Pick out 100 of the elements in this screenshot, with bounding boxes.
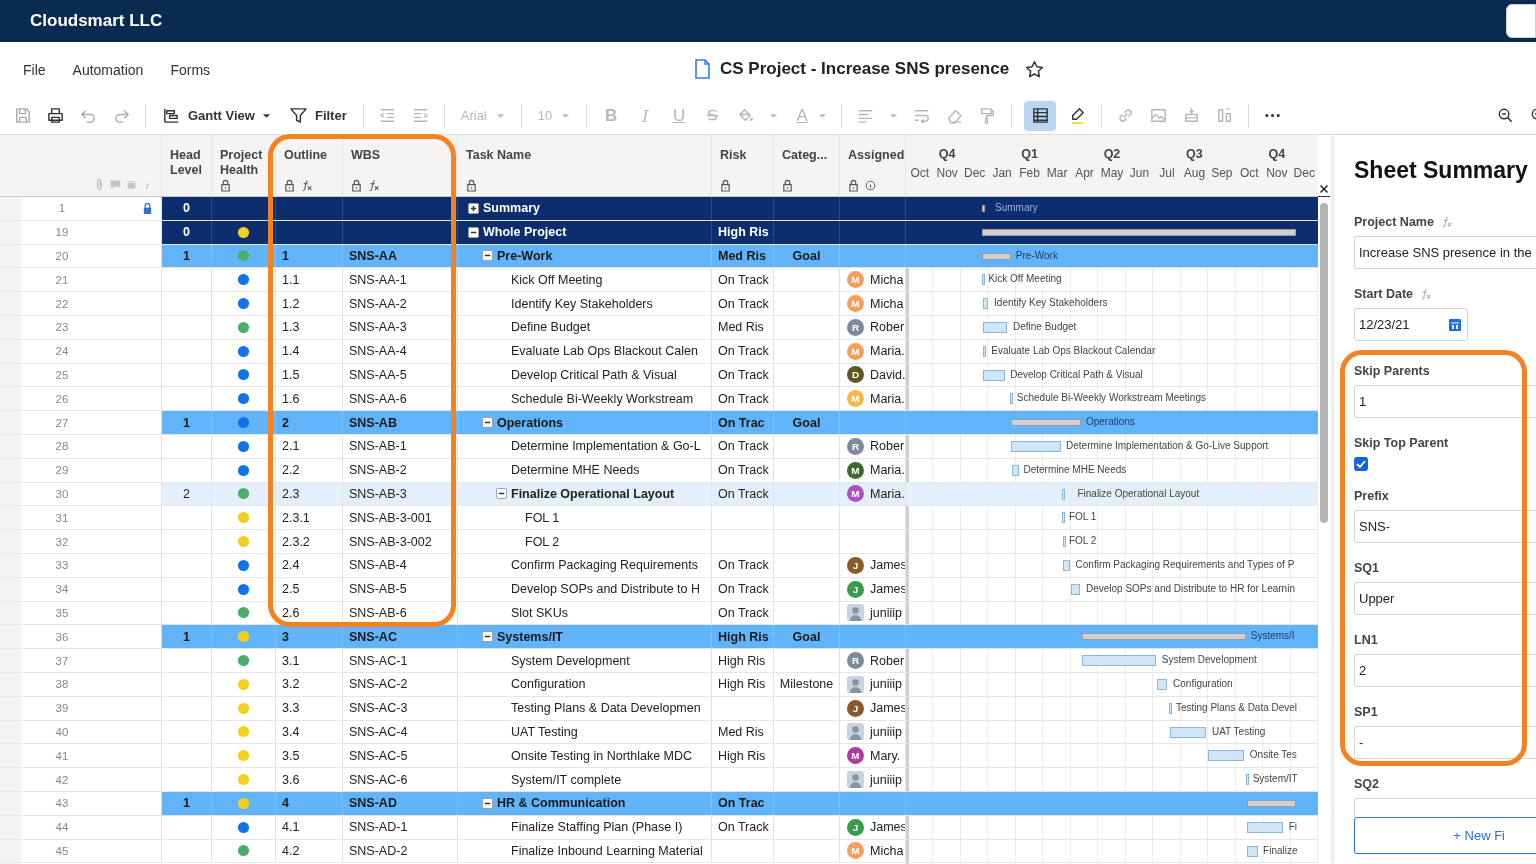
bar-label: FOL 2 <box>1068 535 1097 547</box>
column-header[interactable]: Risk <box>720 148 747 163</box>
table-row[interactable]: 32 2.3.2 SNS-AB-3-002 FOL 2 <box>0 530 906 554</box>
caret-icon[interactable] <box>889 112 899 119</box>
table-row[interactable]: 24 1.4 SNS-AA-4 Evaluate Lab Ops Blackout Calen On Track M Maria. <box>0 339 906 364</box>
table-row[interactable]: 19 0 Whole Project High Ris <box>0 220 906 245</box>
task-name: Develop SOPs and Distribute to H <box>511 582 700 597</box>
table-row[interactable]: 30 2 2.3 SNS-AB-3 Finalize Operational Layout On Track M Maria. <box>0 482 906 507</box>
table-row[interactable]: 20 1 1 SNS-AA Pre-Work Med Ris Goal <box>0 244 906 269</box>
table-row[interactable]: 1 0 Summary <box>0 197 906 221</box>
table-cell: 1.5 <box>282 367 300 382</box>
input-field[interactable]: - <box>1354 726 1536 759</box>
table-row[interactable]: 31 2.3.1 SNS-AB-3-001 FOL 1 <box>0 506 906 531</box>
row-number: 45 <box>54 844 70 857</box>
table-row[interactable]: 25 1.5 SNS-AA-5 Develop Critical Path & Visual On Track D David. <box>0 363 906 388</box>
caret-icon[interactable] <box>818 112 828 119</box>
table-row[interactable]: 29 2.2 SNS-AB-2 Determine MHE Needs On Track M Maria. <box>0 458 906 483</box>
table-row[interactable]: 28 2.1 SNS-AB-1 Determine Implementation & Go-L On Track R Rober <box>0 434 906 459</box>
menu-item[interactable]: Automation <box>72 61 144 78</box>
table-row[interactable]: 22 1.2 SNS-AA-2 Identify Key Stakeholders On Track M Micha <box>0 292 906 316</box>
gantt-view-button[interactable]: Gantt View <box>160 106 273 125</box>
month-label: Nov <box>1265 166 1289 180</box>
column-header[interactable]: Head Level <box>170 148 203 178</box>
input-field[interactable]: Increase SNS presence in the <box>1354 236 1536 269</box>
save-icon[interactable] <box>13 106 32 125</box>
filter-icon <box>288 106 308 125</box>
quarter-label: Q4 <box>937 147 957 161</box>
print-icon[interactable] <box>46 106 65 125</box>
bar-label: UAT Testing <box>1211 725 1266 737</box>
input-field[interactable]: 1 <box>1354 385 1536 418</box>
table-cell: SNS-AC-1 <box>349 653 408 668</box>
expand-toggle-icon[interactable] <box>482 797 493 809</box>
expand-toggle-icon[interactable] <box>482 631 493 643</box>
input-field[interactable]: 2 <box>1354 654 1536 687</box>
photo-placeholder <box>847 604 864 622</box>
table-row[interactable]: 27 1 2 SNS-AB Operations On Trac Goal <box>0 411 906 435</box>
image-icon[interactable] <box>1149 106 1169 125</box>
input-field[interactable]: Upper <box>1354 582 1536 615</box>
task-name: Kick Off Meeting <box>511 272 603 287</box>
table-cell: On Trac <box>718 415 765 430</box>
table-row[interactable]: 38 3.2 SNS-AC-2 Configuration High Ris Milestone juniiip <box>0 672 906 697</box>
month-label: Oct <box>1239 166 1260 180</box>
gantt-bar[interactable] <box>981 228 1297 236</box>
table-row[interactable]: 45 4.2 SNS-AD-2 Finalize Inbound Learning Material M Micha <box>0 839 906 864</box>
task-name: Develop Critical Path & Visual <box>511 367 677 382</box>
table-cell: On Track <box>718 439 769 454</box>
expand-toggle-icon[interactable] <box>482 250 493 262</box>
bar-label: Systems/I <box>1250 630 1295 642</box>
assignee-name: Micha <box>870 272 904 287</box>
assignee-name: Rober <box>870 439 905 454</box>
table-row[interactable]: 21 1.1 SNS-AA-1 Kick Off Meeting On Track M Micha <box>0 268 906 293</box>
gantt-icon <box>162 106 181 125</box>
table-row[interactable]: 43 1 4 SNS-AD HR & Communication On Trac <box>0 791 906 816</box>
gantt-bar[interactable] <box>981 205 985 212</box>
close-icon[interactable] <box>1319 184 1329 194</box>
checkbox[interactable] <box>1354 457 1368 471</box>
zoom-out-icon[interactable] <box>1496 106 1515 125</box>
assignee-name: Micha <box>870 296 904 311</box>
outdent-icon[interactable] <box>377 106 397 125</box>
table-cell: Med Ris <box>718 249 766 263</box>
column-header[interactable]: Project Health <box>220 148 267 178</box>
row-number: 19 <box>54 226 70 239</box>
date-field[interactable]: 12/23/21 <box>1354 308 1468 341</box>
table-cell: 2.3.2 <box>282 534 310 549</box>
menu-item[interactable]: File <box>23 61 46 78</box>
menu-item[interactable]: Forms <box>170 61 211 78</box>
caret-icon[interactable] <box>769 112 779 119</box>
column-header[interactable]: Categ... <box>782 148 828 163</box>
expand-toggle-icon[interactable] <box>496 488 507 500</box>
table-cell: High Ris <box>718 748 766 763</box>
table-cell: SNS-AA-5 <box>349 367 407 382</box>
column-header[interactable]: Outline <box>284 148 328 163</box>
column-header[interactable]: WBS <box>351 148 381 163</box>
search-field[interactable] <box>1506 4 1536 38</box>
expand-toggle-icon[interactable] <box>468 202 479 214</box>
column-header[interactable]: Task Name <box>466 148 532 163</box>
comment-icon <box>110 178 121 191</box>
table-cell: 2 <box>282 415 289 430</box>
table-cell: 3 <box>282 629 289 644</box>
assignee-name: Rober <box>870 653 905 668</box>
scrollbar[interactable] <box>1320 203 1328 523</box>
new-field-button[interactable]: + New Fi <box>1354 817 1536 854</box>
table-cell: SNS-AB-3 <box>349 486 407 501</box>
table-row[interactable]: 40 3.4 SNS-AC-4 UAT Testing Med Ris juniiip <box>0 720 906 745</box>
table-row[interactable]: 42 3.6 SNS-AC-6 System/IT complete juniiip <box>0 768 906 792</box>
expand-toggle-icon[interactable] <box>482 417 493 429</box>
input-field[interactable]: SNS- <box>1354 510 1536 543</box>
grid-view-button[interactable] <box>1024 100 1057 131</box>
table-row[interactable]: 37 3.1 SNS-AC-1 System Development High Ris R Rober <box>0 649 906 673</box>
table-row[interactable]: 36 1 3 SNS-AC Systems/IT High Ris Goal <box>0 625 906 650</box>
month-label: Feb <box>1018 166 1041 180</box>
expand-toggle-icon[interactable] <box>468 226 479 238</box>
filter-button[interactable]: Filter <box>286 106 349 125</box>
table-cell: SNS-AC-3 <box>349 701 408 716</box>
calendar-icon[interactable] <box>1449 318 1461 331</box>
table-row[interactable]: 41 3.5 SNS-AC-5 Onsite Testing in Northlake MDC High Ris M Mary. <box>0 744 906 769</box>
table-row[interactable]: 23 1.3 SNS-AA-3 Define Budget Med Ris R Rober <box>0 316 906 340</box>
assignee-name: juniiip <box>870 724 902 739</box>
column-header[interactable]: Assigned <box>848 148 905 163</box>
star-icon[interactable] <box>1025 59 1045 79</box>
